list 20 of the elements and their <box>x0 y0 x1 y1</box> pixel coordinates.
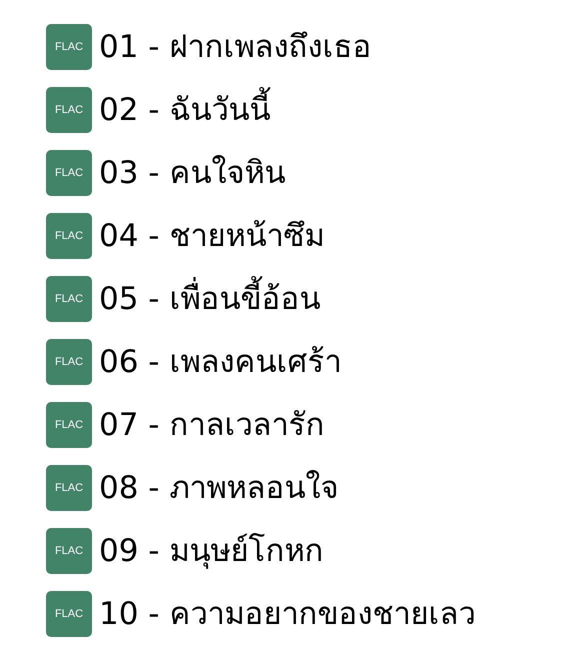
format-badge: FLAC <box>46 150 92 196</box>
track-title[interactable]: 09 - มนุษย์โกหก <box>99 530 324 572</box>
track-title[interactable]: 04 - ชายหน้าซึม <box>99 216 324 256</box>
format-badge: FLAC <box>46 465 92 511</box>
format-badge: FLAC <box>46 339 92 385</box>
format-badge: FLAC <box>46 276 92 322</box>
track-title[interactable]: 05 - เพื่อนขี้อ้อน <box>99 278 320 320</box>
format-badge: FLAC <box>46 402 92 448</box>
format-badge: FLAC <box>46 213 92 259</box>
format-badge: FLAC <box>46 591 92 637</box>
track-title[interactable]: 01 - ฝากเพลงถึงเธอ <box>99 26 372 68</box>
track-title[interactable]: 02 - ฉันวันนี้ <box>99 90 270 130</box>
track-title[interactable]: 03 - คนใจหิน <box>99 152 286 194</box>
format-badge: FLAC <box>46 528 92 574</box>
format-badge: FLAC <box>46 24 92 70</box>
track-title[interactable]: 06 - เพลงคนเศร้า <box>99 342 342 382</box>
format-badge: FLAC <box>46 87 92 133</box>
track-title[interactable]: 10 - ความอยากของชายเลว <box>99 594 476 634</box>
track-title[interactable]: 08 - ภาพหลอนใจ <box>99 468 338 508</box>
track-title[interactable]: 07 - กาลเวลารัก <box>99 404 324 446</box>
